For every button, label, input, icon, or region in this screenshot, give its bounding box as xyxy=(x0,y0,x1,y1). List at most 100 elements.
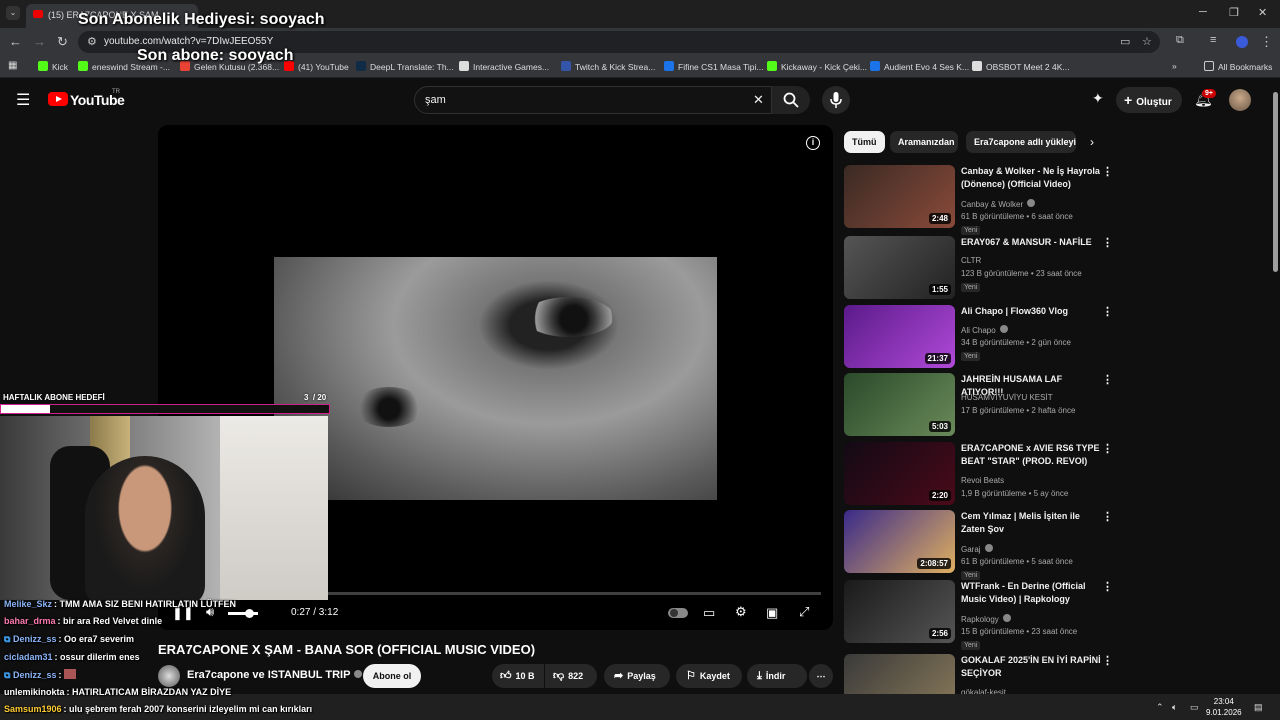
url-text[interactable]: youtube.com/watch?v=7DIwJEEO55Y xyxy=(104,36,273,47)
site-info-icon[interactable]: ⚙ xyxy=(87,35,97,48)
bookmark-item[interactable]: Interactive Games... xyxy=(459,61,549,72)
recommended-channel[interactable]: Canbay & Wolker xyxy=(961,199,1036,209)
back-icon[interactable]: ← xyxy=(9,34,22,49)
bookmark-item[interactable]: Kick xyxy=(38,61,68,72)
more-options-icon[interactable]: ⋮ xyxy=(1102,654,1113,667)
video-thumbnail[interactable]: 1:55 xyxy=(844,236,955,299)
all-bookmarks[interactable]: All Bookmarks xyxy=(1204,61,1272,72)
more-options-icon[interactable]: ⋮ xyxy=(1102,305,1113,318)
save-button[interactable]: ⚐ Kaydet xyxy=(676,664,742,688)
chip-uploader[interactable]: Era7capone adlı yükleyici xyxy=(966,131,1076,153)
more-options-icon[interactable]: ⋮ xyxy=(1102,510,1113,523)
search-input[interactable]: şam ✕ xyxy=(414,86,772,114)
channel-avatar[interactable] xyxy=(158,665,180,687)
video-thumbnail[interactable]: 5:03 xyxy=(844,373,955,436)
volume-knob[interactable] xyxy=(245,609,254,618)
more-options-icon[interactable]: ⋮ xyxy=(1102,580,1113,593)
media-icon[interactable]: ≡ xyxy=(1210,34,1216,46)
menu-kebab-icon[interactable]: ⋮ xyxy=(1260,34,1273,50)
more-options-icon[interactable]: ⋮ xyxy=(1102,165,1113,178)
download-button[interactable]: ⤓ İndir xyxy=(747,664,807,688)
recommended-title[interactable]: Canbay & Wolker - Ne İş Hayrola (Dönence… xyxy=(961,165,1101,191)
bookmark-item[interactable]: DeepL Translate: Th... xyxy=(356,61,454,72)
theater-mode-icon[interactable]: ▣ xyxy=(766,605,778,621)
more-options-icon[interactable]: ⋮ xyxy=(1102,442,1113,455)
recommended-title[interactable]: ERAY067 & MANSUR - NAFİLE xyxy=(961,236,1101,249)
hamburger-menu-icon[interactable]: ☰ xyxy=(16,90,30,110)
minimize-icon[interactable]: ─ xyxy=(1199,6,1207,18)
tab-search-icon[interactable]: ⌄ xyxy=(6,6,20,20)
close-window-icon[interactable]: ✕ xyxy=(1258,6,1267,19)
info-icon[interactable]: i xyxy=(806,136,820,150)
recommended-title[interactable]: WTFrank - En Derine (Official Music Vide… xyxy=(961,580,1101,606)
restore-icon[interactable]: ❐ xyxy=(1229,6,1239,19)
voice-search-button[interactable] xyxy=(822,86,850,114)
bookmark-star-icon[interactable]: ☆ xyxy=(1142,35,1152,48)
chip-from-search[interactable]: Aramanızdan xyxy=(890,131,958,153)
more-actions-button[interactable]: ⋯ xyxy=(809,664,833,688)
recommended-channel[interactable]: Revoi Beats xyxy=(961,476,1004,485)
autoplay-toggle[interactable] xyxy=(668,608,688,618)
ai-sparkle-icon[interactable]: ✦ xyxy=(1092,90,1104,107)
dislike-button[interactable]: 👎︎ 822 xyxy=(545,664,597,688)
clear-search-icon[interactable]: ✕ xyxy=(753,92,764,108)
bookmark-item[interactable]: Kickaway - Kick Çeki... xyxy=(767,61,867,72)
recommended-channel[interactable]: HUSAMVİYUVİYU KESİT xyxy=(961,393,1053,402)
search-button[interactable] xyxy=(772,86,810,114)
create-button[interactable]: + Oluştur xyxy=(1116,87,1182,113)
recommended-title[interactable]: ERA7CAPONE x AVIE RS6 TYPE BEAT "STAR" (… xyxy=(961,442,1101,468)
recommended-video[interactable]: 21:37 Ali Chapo | Flow360 Vlog ⋮ Ali Chapo 3… xyxy=(844,305,1113,369)
recommended-video[interactable]: 2:08:57 Cem Yılmaz | Melis İşiten ile Zat… xyxy=(844,510,1113,580)
bookmark-item[interactable]: (41) YouTube xyxy=(284,61,349,72)
apps-icon[interactable]: ▦ xyxy=(8,60,17,71)
like-button[interactable]: 👍︎ 10 B xyxy=(492,664,544,688)
notification-center-icon[interactable]: ▤ xyxy=(1254,702,1263,713)
channel-name[interactable]: Era7capone ve ISTANBUL TRIP xyxy=(187,669,363,681)
recommended-title[interactable]: Ali Chapo | Flow360 Vlog xyxy=(961,305,1101,318)
bookmark-item[interactable]: Audient Evo 4 Ses K... xyxy=(870,61,969,72)
chips-next-icon[interactable]: › xyxy=(1090,135,1094,149)
subscribe-button[interactable]: Abone ol xyxy=(363,664,421,688)
reload-icon[interactable]: ↻ xyxy=(57,34,68,50)
extensions-icon[interactable]: ⧉ xyxy=(1176,34,1184,47)
recommended-video[interactable]: 2:48 Canbay & Wolker - Ne İş Hayrola (Dön… xyxy=(844,165,1113,235)
recommended-title[interactable]: Cem Yılmaz | Melis İşiten ile Zaten Şov xyxy=(961,510,1101,536)
recommended-channel[interactable]: Garaj xyxy=(961,544,993,554)
tray-overflow-icon[interactable]: ⌃ xyxy=(1156,702,1164,713)
search-value[interactable]: şam xyxy=(425,94,446,106)
volume-tray-icon[interactable]: 🔈︎ xyxy=(1172,702,1177,713)
more-options-icon[interactable]: ⋮ xyxy=(1102,373,1113,386)
forward-icon[interactable]: → xyxy=(33,34,46,49)
profile-icon[interactable] xyxy=(1236,36,1248,48)
scrollbar-thumb[interactable] xyxy=(1273,92,1278,272)
system-clock[interactable]: 23:04 9.01.2026 xyxy=(1206,696,1242,718)
network-tray-icon[interactable]: ▭ xyxy=(1190,702,1199,713)
cast-icon[interactable]: ▭ xyxy=(1120,35,1130,48)
video-thumbnail[interactable]: 2:56 xyxy=(844,580,955,643)
recommended-channel[interactable]: CLTR xyxy=(961,256,981,265)
video-thumbnail[interactable]: 2:20 xyxy=(844,442,955,505)
share-button[interactable]: ➦ Paylaş xyxy=(604,664,670,688)
recommended-channel[interactable]: Rapkology xyxy=(961,614,1011,624)
chip-all[interactable]: Tümü xyxy=(844,131,885,153)
kick-icon xyxy=(38,61,48,71)
subtitles-icon[interactable]: ▭ xyxy=(703,605,715,621)
video-thumbnail[interactable]: 2:08:57 xyxy=(844,510,955,573)
recommended-video[interactable]: 5:03 JAHREİN HUSAMA LAF ATIYOR!!! ⋮ HUSAMVİ… xyxy=(844,373,1113,437)
bookmark-item[interactable]: Twitch & Kick Strea... xyxy=(561,61,655,72)
recommended-channel[interactable]: Ali Chapo xyxy=(961,325,1008,335)
fullscreen-icon[interactable]: ⤢ xyxy=(799,604,809,620)
bookmark-item[interactable]: OBSBOT Meet 2 4K... xyxy=(972,61,1069,72)
settings-gear-icon[interactable]: ⚙ xyxy=(735,604,747,620)
recommended-title[interactable]: GOKALAF 2025'İN EN İYİ RAPİNİ SEÇİYOR xyxy=(961,654,1101,680)
recommended-video[interactable]: 2:56 WTFrank - En Derine (Official Music … xyxy=(844,580,1113,650)
verified-icon xyxy=(984,544,993,552)
more-options-icon[interactable]: ⋮ xyxy=(1102,236,1113,249)
bookmark-item[interactable]: Fifine CS1 Masa Tipi... xyxy=(664,61,764,72)
recommended-video[interactable]: 2:20 ERA7CAPONE x AVIE RS6 TYPE BEAT "STA… xyxy=(844,442,1113,506)
video-thumbnail[interactable]: 21:37 xyxy=(844,305,955,368)
bookmarks-overflow-icon[interactable]: » xyxy=(1172,61,1177,71)
recommended-video[interactable]: 1:55 ERAY067 & MANSUR - NAFİLE ⋮ CLTR 123 B … xyxy=(844,236,1113,300)
video-thumbnail[interactable]: 2:48 xyxy=(844,165,955,228)
account-avatar[interactable] xyxy=(1229,89,1251,111)
